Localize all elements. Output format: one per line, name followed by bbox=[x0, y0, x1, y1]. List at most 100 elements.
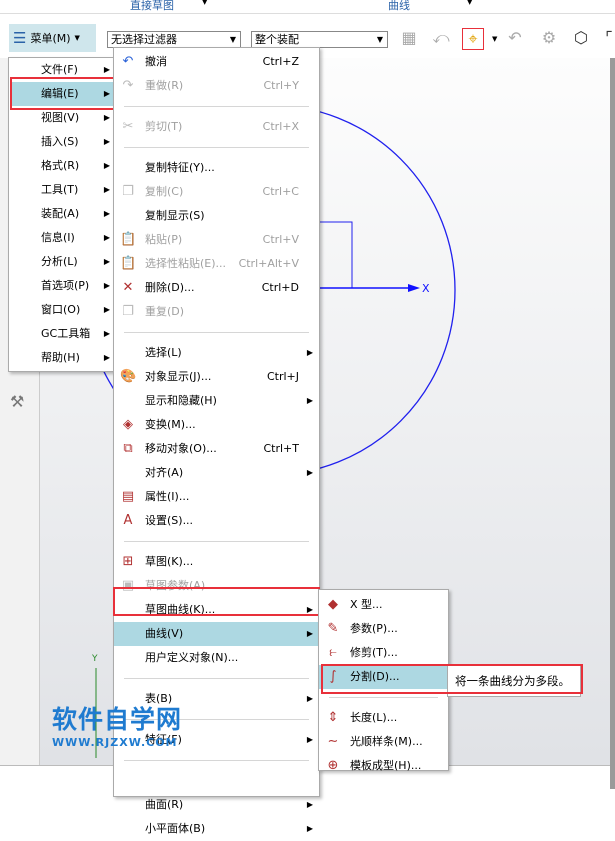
menu-item[interactable]: 首选项(P) ▶ bbox=[11, 274, 116, 298]
menu-item[interactable]: ∼ 光顺样条(M)... bbox=[319, 730, 448, 754]
template-shape-icon: ⊕ bbox=[327, 758, 339, 773]
menu-item-label: 重复(D) bbox=[145, 305, 185, 318]
menu-item[interactable]: 🎨 对象显示(J)... Ctrl+J bbox=[114, 365, 319, 389]
menu-item-label: 显示和隐藏(H) bbox=[145, 394, 217, 407]
menu-item[interactable]: ⇕ 长度(L)... bbox=[319, 706, 448, 730]
submenu-arrow-icon: ▶ bbox=[306, 468, 313, 477]
undo-snap-icon[interactable]: ↶ bbox=[504, 28, 526, 50]
callout-highlight bbox=[10, 77, 118, 110]
chevron-down-icon[interactable]: ▼ bbox=[467, 0, 472, 6]
menu-item: ❐ 复制(C) Ctrl+C bbox=[114, 180, 319, 204]
menu-item-label: 属性(I)... bbox=[145, 490, 190, 503]
menu-item-label: X 型... bbox=[350, 598, 383, 611]
submenu-arrow-icon: ▶ bbox=[306, 629, 313, 638]
chevron-down-icon[interactable]: ▼ bbox=[202, 0, 207, 6]
menu-item-shortcut: Ctrl+T bbox=[263, 442, 299, 455]
bracket-icon[interactable]: ⌜ bbox=[598, 28, 615, 50]
paste-special-icon: 📋 bbox=[120, 256, 137, 271]
submenu-arrow-icon: ▶ bbox=[103, 209, 110, 218]
menu-item-label: 复制特征(Y)... bbox=[145, 161, 215, 174]
submenu-arrow-icon: ▶ bbox=[103, 185, 110, 194]
menu-item[interactable]: ◆ X 型... bbox=[319, 593, 448, 617]
menu-item-label: 对齐(A) bbox=[145, 466, 184, 479]
menu-item[interactable]: 曲线(V) ▶ bbox=[114, 622, 319, 646]
chevron-down-icon: ▼ bbox=[229, 35, 236, 44]
submenu-arrow-icon: ▶ bbox=[103, 329, 110, 338]
menu-item[interactable]: ↶ 撤消 Ctrl+Z bbox=[114, 50, 319, 74]
submenu-arrow-icon: ▶ bbox=[103, 257, 110, 266]
menu-item[interactable]: ⊕ 模板成型(H)... bbox=[319, 754, 448, 778]
menu-separator bbox=[124, 106, 309, 107]
menu-item-label: 小平面体(B) bbox=[145, 822, 206, 835]
menu-button[interactable]: ☰ 菜单(M) ▼ bbox=[9, 24, 96, 52]
menu-separator bbox=[124, 678, 309, 679]
menu-item[interactable]: 复制显示(S) bbox=[114, 204, 319, 228]
submenu-arrow-icon: ▶ bbox=[103, 137, 110, 146]
submenu-arrow-icon: ▶ bbox=[103, 305, 110, 314]
assembly-icon[interactable]: ▦ bbox=[398, 28, 420, 50]
group-curve[interactable]: 曲线 bbox=[388, 0, 410, 13]
menu-item-label: 参数(P)... bbox=[350, 622, 398, 635]
cube-point-icon[interactable]: ⬡ bbox=[570, 28, 592, 50]
menu-item[interactable]: 选择(L) ▶ bbox=[114, 341, 319, 365]
filter-arrow-icon[interactable]: ⤺ bbox=[430, 28, 452, 50]
menu-separator bbox=[124, 147, 309, 148]
chevron-down-icon[interactable]: ▼ bbox=[492, 35, 497, 43]
menu-item-shortcut: Ctrl+V bbox=[262, 233, 299, 246]
menu-item[interactable]: ✎ 参数(P)... bbox=[319, 617, 448, 641]
menu-item[interactable]: ✕ 删除(D)... Ctrl+D bbox=[114, 276, 319, 300]
submenu-arrow-icon: ▶ bbox=[103, 233, 110, 242]
menu-item-label: 复制(C) bbox=[145, 185, 184, 198]
menu-item[interactable]: 窗口(O) ▶ bbox=[11, 298, 116, 322]
menu-item[interactable]: 复制特征(Y)... bbox=[114, 156, 319, 180]
group-direct-sketch[interactable]: 直接草图 bbox=[130, 0, 174, 13]
sketch-icon: ⊞ bbox=[122, 554, 134, 569]
repeat-icon: ❐ bbox=[122, 304, 134, 319]
menu-item[interactable]: 小平面体(B) ▶ bbox=[114, 817, 319, 841]
menu-item[interactable]: 帮助(H) ▶ bbox=[11, 346, 116, 370]
menu-item[interactable]: 装配(A) ▶ bbox=[11, 202, 116, 226]
menu-item[interactable]: 信息(I) ▶ bbox=[11, 226, 116, 250]
menu-item-label: 格式(R) bbox=[41, 159, 80, 172]
menu-item-label: 用户定义对象(N)... bbox=[145, 651, 239, 664]
menu-item[interactable]: A 设置(S)... bbox=[114, 509, 319, 533]
menu-item[interactable]: 用户定义对象(N)... bbox=[114, 646, 319, 670]
menu-item-shortcut: Ctrl+C bbox=[262, 185, 299, 198]
menu-item[interactable]: GC工具箱 ▶ bbox=[11, 322, 116, 346]
menu-item[interactable]: 格式(R) ▶ bbox=[11, 154, 116, 178]
menu-item-label: 对象显示(J)... bbox=[145, 370, 212, 383]
snap-filter-icon[interactable]: ⌖ bbox=[462, 28, 484, 50]
selection-filter-value: 无选择过滤器 bbox=[111, 33, 177, 46]
menu-item-label: 选择性粘贴(E)... bbox=[145, 257, 227, 270]
menu-separator bbox=[124, 332, 309, 333]
submenu-arrow-icon: ▶ bbox=[306, 824, 313, 833]
menu-item-label: 曲线(V) bbox=[145, 627, 184, 640]
menu-item[interactable]: ◈ 变换(M)... bbox=[114, 413, 319, 437]
menu-item[interactable]: 分析(L) ▶ bbox=[11, 250, 116, 274]
x-axis-label: X bbox=[422, 282, 430, 295]
window-border bbox=[610, 0, 615, 789]
menu-separator bbox=[124, 541, 309, 542]
menu-item-label: 曲面(R) bbox=[145, 798, 184, 811]
scope-select[interactable]: 整个装配 ▼ bbox=[251, 31, 388, 48]
menu-item[interactable]: ⧉ 移动对象(O)... Ctrl+T bbox=[114, 437, 319, 461]
callout-highlight bbox=[321, 664, 583, 694]
menu-item[interactable]: 曲面(R) ▶ bbox=[114, 793, 319, 817]
move-object-icon: ⧉ bbox=[123, 441, 133, 456]
snap-point-icon[interactable]: ⚙ bbox=[538, 28, 560, 50]
menu-item[interactable]: 对齐(A) ▶ bbox=[114, 461, 319, 485]
menu-item-label: 选择(L) bbox=[145, 346, 182, 359]
menu-item[interactable]: 显示和隐藏(H) ▶ bbox=[114, 389, 319, 413]
submenu-arrow-icon: ▶ bbox=[306, 694, 313, 703]
menu-item-label: 修剪(T)... bbox=[350, 646, 398, 659]
menu-item[interactable]: ⥼ 修剪(T)... bbox=[319, 641, 448, 665]
menu-item[interactable]: ▤ 属性(I)... bbox=[114, 485, 319, 509]
selection-filter-select[interactable]: 无选择过滤器 ▼ bbox=[107, 31, 241, 48]
tools-icon[interactable]: ⚒ bbox=[10, 392, 24, 411]
menu-item-shortcut: Ctrl+X bbox=[262, 120, 299, 133]
menu-item: ✂ 剪切(T) Ctrl+X bbox=[114, 115, 319, 139]
menu-item[interactable]: 插入(S) ▶ bbox=[11, 130, 116, 154]
submenu-arrow-icon: ▶ bbox=[103, 353, 110, 362]
menu-item[interactable]: ⊞ 草图(K)... bbox=[114, 550, 319, 574]
menu-item[interactable]: 工具(T) ▶ bbox=[11, 178, 116, 202]
